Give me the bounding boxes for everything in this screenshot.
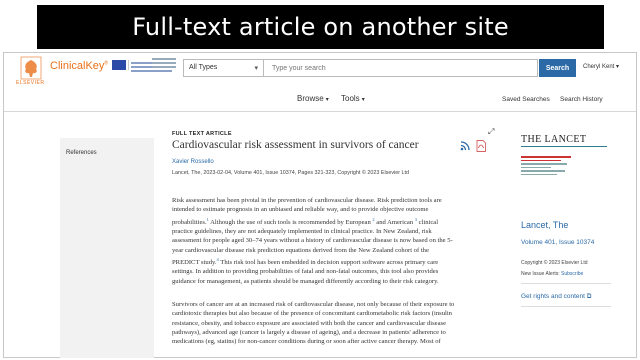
article-title: Cardiovascular risk assessment in surviv… bbox=[172, 139, 419, 151]
references-panel: References bbox=[60, 138, 154, 358]
pdf-icon[interactable] bbox=[476, 140, 486, 152]
browse-label: Browse bbox=[297, 94, 324, 103]
masthead-rule bbox=[521, 146, 607, 147]
issue-alerts: New Issue Alerts: Subscribe bbox=[521, 271, 583, 277]
rights-label: Get rights and content bbox=[521, 293, 585, 300]
article-type-label: FULL TEXT ARTICLE bbox=[172, 131, 232, 137]
text-line: guidance for management, as patients sho… bbox=[172, 277, 496, 286]
text-line: resistance, obesity, and tobacco exposur… bbox=[172, 319, 447, 327]
text-line: assessment for people aged 30–74 years w… bbox=[172, 236, 496, 245]
search-history-link[interactable]: Search History bbox=[560, 96, 603, 103]
panel-divider bbox=[521, 306, 611, 307]
brand-name: ClinicalKey bbox=[50, 60, 105, 72]
brand-mark: ® bbox=[104, 60, 109, 67]
clinicalkey-logo[interactable]: ClinicalKey® bbox=[50, 60, 108, 72]
alerts-label: New Issue Alerts: bbox=[521, 271, 562, 277]
text-line: medications (eg, statins) for non-cancer… bbox=[172, 338, 441, 346]
text-run: guidance for management, as patients sho… bbox=[172, 277, 439, 285]
text-line: practice guidelines, they are not adequa… bbox=[172, 227, 496, 236]
search-button[interactable]: Search bbox=[539, 59, 576, 77]
text-line: settings. In addition to providing proba… bbox=[172, 267, 496, 276]
text-run: assessment for people aged 30–74 years w… bbox=[172, 237, 453, 245]
banner-title: Full-text article on another site bbox=[132, 13, 509, 41]
text-run: probabilities. bbox=[172, 218, 207, 226]
article-paragraph-2: Survivors of cancer are at an increased … bbox=[172, 300, 496, 346]
article-citation: Lancet, The, 2023-02-04, Volume 401, Iss… bbox=[172, 170, 410, 176]
text-line: Risk assessment has been pivotal in the … bbox=[172, 196, 496, 205]
text-line: intended to estimate prognosis in an unb… bbox=[172, 205, 496, 214]
journal-copyright: Copyright © 2023 Elsevier Ltd bbox=[521, 260, 588, 266]
chevron-down-icon: ▾ bbox=[361, 97, 365, 103]
text-run: settings. In addition to providing proba… bbox=[172, 268, 439, 276]
rss-icon[interactable] bbox=[460, 141, 470, 151]
get-rights-link[interactable]: Get rights and content ⧉ bbox=[521, 293, 591, 301]
header-divider bbox=[4, 111, 636, 112]
browse-menu[interactable]: Browse ▾ bbox=[297, 94, 329, 103]
text-run: year cardiovascular disease risk predict… bbox=[172, 246, 429, 254]
text-line: pathways), advanced age (cancer is large… bbox=[172, 328, 446, 336]
tools-label: Tools bbox=[341, 94, 360, 103]
text-line: probabilities.1 Although the use of such… bbox=[172, 215, 496, 227]
expand-icon[interactable]: ⤢ bbox=[488, 127, 494, 137]
text-run: Although the use of such tools is recomm… bbox=[208, 218, 373, 226]
text-run: PREDICT study. bbox=[172, 259, 217, 267]
external-link-icon: ⧉ bbox=[586, 293, 592, 300]
user-name: Cheryl Kent bbox=[583, 64, 615, 70]
chevron-down-icon: ▾ bbox=[616, 64, 620, 70]
text-line: PREDICT study.4 This risk tool has been … bbox=[172, 255, 496, 267]
text-run: Risk assessment has been pivotal in the … bbox=[172, 197, 442, 204]
subscribe-link[interactable]: Subscribe bbox=[561, 271, 583, 277]
issue-link[interactable]: Volume 401, Issue 10374 bbox=[521, 239, 594, 246]
tools-menu[interactable]: Tools ▾ bbox=[341, 94, 365, 103]
panel-divider bbox=[521, 283, 611, 284]
elsevier-logo-icon[interactable] bbox=[20, 56, 42, 80]
user-menu[interactable]: Cheryl Kent ▾ bbox=[583, 63, 619, 70]
references-tab[interactable]: References bbox=[66, 150, 97, 156]
text-line: cardiotoxic therapies but also because o… bbox=[172, 310, 452, 318]
flag-icon bbox=[112, 60, 126, 70]
article-paragraph-1: Risk assessment has been pivotal in the … bbox=[172, 196, 496, 286]
article-author[interactable]: Xavier Rossello bbox=[172, 159, 214, 165]
text-run: intended to estimate prognosis in an unb… bbox=[172, 206, 429, 214]
lancet-masthead: THE LANCET bbox=[521, 134, 587, 145]
search-input[interactable] bbox=[264, 59, 538, 77]
text-run: and American bbox=[374, 218, 415, 226]
title-banner: Full-text article on another site bbox=[37, 5, 604, 49]
elsevier-wordmark: ELSEVIER bbox=[16, 80, 45, 86]
saved-searches-link[interactable]: Saved Searches bbox=[502, 96, 550, 103]
chevron-down-icon: ▾ bbox=[325, 97, 329, 103]
text-run: This risk tool has been embedded in deci… bbox=[218, 259, 439, 267]
text-line: year cardiovascular disease risk predict… bbox=[172, 246, 496, 255]
text-line: Survivors of cancer are at an increased … bbox=[172, 301, 455, 308]
journal-name-link[interactable]: Lancet, The bbox=[521, 220, 568, 230]
search-scope-select[interactable]: All Types ▾ bbox=[183, 59, 264, 77]
text-run: practice guidelines, they are not adequa… bbox=[172, 228, 432, 236]
journal-cover-image[interactable] bbox=[521, 156, 609, 216]
partner-logo-2 bbox=[152, 58, 176, 70]
search-scope-value: All Types bbox=[189, 64, 218, 71]
text-run: clinical bbox=[417, 218, 439, 226]
chevron-down-icon: ▾ bbox=[254, 65, 258, 72]
